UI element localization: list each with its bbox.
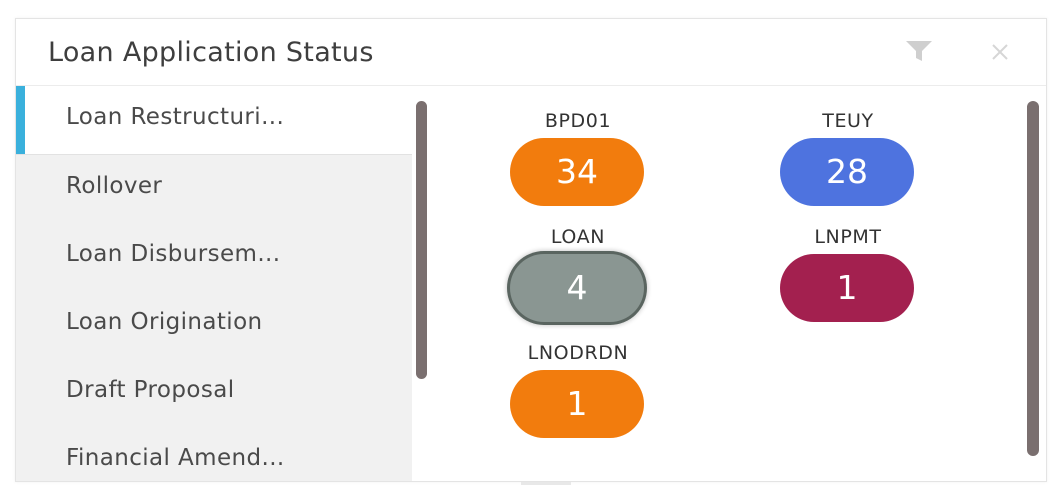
sidebar-item-label: Loan Restructuri... — [66, 104, 285, 130]
sidebar-item-financial-amendment[interactable]: Financial Amend... — [16, 427, 412, 481]
status-count-badge: 28 — [780, 138, 914, 206]
status-code: LNODRDN — [527, 342, 629, 364]
sidebar-item-label: Draft Proposal — [66, 377, 235, 403]
status-code: TEUY — [822, 110, 874, 132]
widget-header: Loan Application Status — [16, 19, 1046, 86]
status-count-badge: 1 — [510, 370, 644, 438]
status-code: LOAN — [550, 226, 606, 248]
status-tile-bpd01[interactable]: BPD01 34 — [503, 110, 653, 220]
status-tile-loan[interactable]: LOAN 4 — [503, 226, 653, 336]
widget-title: Loan Application Status — [48, 37, 374, 68]
sidebar-scrollbar[interactable] — [416, 101, 427, 379]
status-panel: BPD01 34 TEUY 28 LOAN 4 LNPMT 1 LNODRDN … — [446, 86, 1024, 481]
status-tile-teuy[interactable]: TEUY 28 — [773, 110, 923, 220]
status-tile-lnpmt[interactable]: LNPMT 1 — [773, 226, 923, 336]
sidebar-item-loan-origination[interactable]: Loan Origination — [16, 291, 412, 359]
status-count-badge: 34 — [510, 138, 644, 206]
filter-icon[interactable] — [904, 39, 934, 63]
sidebar-item-loan-restructuring[interactable]: Loan Restructuri... — [16, 86, 412, 155]
sidebar-item-label: Loan Origination — [66, 309, 263, 335]
loan-application-status-widget: Loan Application Status Loan Restructuri… — [15, 18, 1047, 485]
status-code: LNPMT — [814, 226, 882, 248]
close-icon[interactable] — [987, 39, 1013, 65]
sidebar-item-label: Loan Disbursem... — [66, 241, 281, 267]
sidebar-item-label: Financial Amend... — [66, 445, 285, 471]
sidebar-item-label: Rollover — [66, 173, 163, 199]
sidebar-item-draft-proposal[interactable]: Draft Proposal — [16, 359, 412, 427]
sidebar-item-loan-disbursement[interactable]: Loan Disbursem... — [16, 223, 412, 291]
status-panel-scrollbar[interactable] — [1027, 101, 1039, 456]
status-tile-lnodrdn[interactable]: LNODRDN 1 — [503, 342, 653, 452]
process-sidebar: Loan Restructuri... Rollover Loan Disbur… — [16, 86, 412, 481]
sidebar-item-rollover[interactable]: Rollover — [16, 155, 412, 223]
status-code: BPD01 — [544, 110, 612, 132]
status-count-badge: 4 — [510, 254, 644, 322]
status-count-badge: 1 — [780, 254, 914, 322]
